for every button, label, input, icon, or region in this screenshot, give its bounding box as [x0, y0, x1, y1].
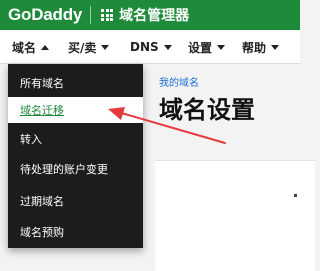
- menu-item-pending-changes[interactable]: 待处理的账户变更: [8, 156, 143, 182]
- chevron-down-icon: [217, 44, 226, 50]
- topbar-divider: [90, 6, 92, 24]
- nav-help-label: 帮助: [242, 40, 267, 55]
- chevron-down-icon: [163, 44, 172, 50]
- chevron-up-icon: [41, 44, 50, 50]
- main-nav: 域名 买/卖 DNS 设置 帮助: [0, 30, 300, 64]
- breadcrumb[interactable]: 我的域名: [159, 74, 199, 89]
- top-bar: GoDaddy 域名管理器: [0, 0, 300, 30]
- nav-domains-label: 域名: [12, 40, 37, 55]
- nav-buy-sell-label: 买/卖: [68, 40, 97, 55]
- chevron-down-icon: [101, 44, 110, 50]
- domains-dropdown-menu: 所有域名 域名迁移 转入 待处理的账户变更 过期域名 域名预购: [8, 64, 143, 248]
- nav-settings-label: 设置: [188, 40, 213, 55]
- menu-item-expired-domains[interactable]: 过期域名: [8, 188, 143, 214]
- godaddy-logo[interactable]: GoDaddy: [8, 5, 82, 25]
- menu-item-domain-backorder[interactable]: 域名预购: [8, 219, 143, 245]
- nav-domains[interactable]: 域名: [12, 30, 50, 64]
- grid-icon[interactable]: [101, 9, 114, 21]
- edge-mark: [294, 194, 297, 197]
- menu-item-domain-transfer[interactable]: 域名迁移: [8, 97, 143, 123]
- page-title: 域名设置: [159, 96, 255, 124]
- app-title[interactable]: 域名管理器: [119, 5, 189, 25]
- nav-help[interactable]: 帮助: [242, 30, 280, 64]
- nav-dns[interactable]: DNS: [130, 30, 172, 64]
- nav-dns-label: DNS: [130, 40, 159, 54]
- menu-item-transfer-in[interactable]: 转入: [8, 126, 143, 152]
- chevron-down-icon: [271, 44, 280, 50]
- nav-buy-sell[interactable]: 买/卖: [68, 30, 110, 64]
- content-panel: [155, 160, 315, 271]
- menu-item-all-domains[interactable]: 所有域名: [8, 70, 143, 96]
- nav-settings[interactable]: 设置: [188, 30, 226, 64]
